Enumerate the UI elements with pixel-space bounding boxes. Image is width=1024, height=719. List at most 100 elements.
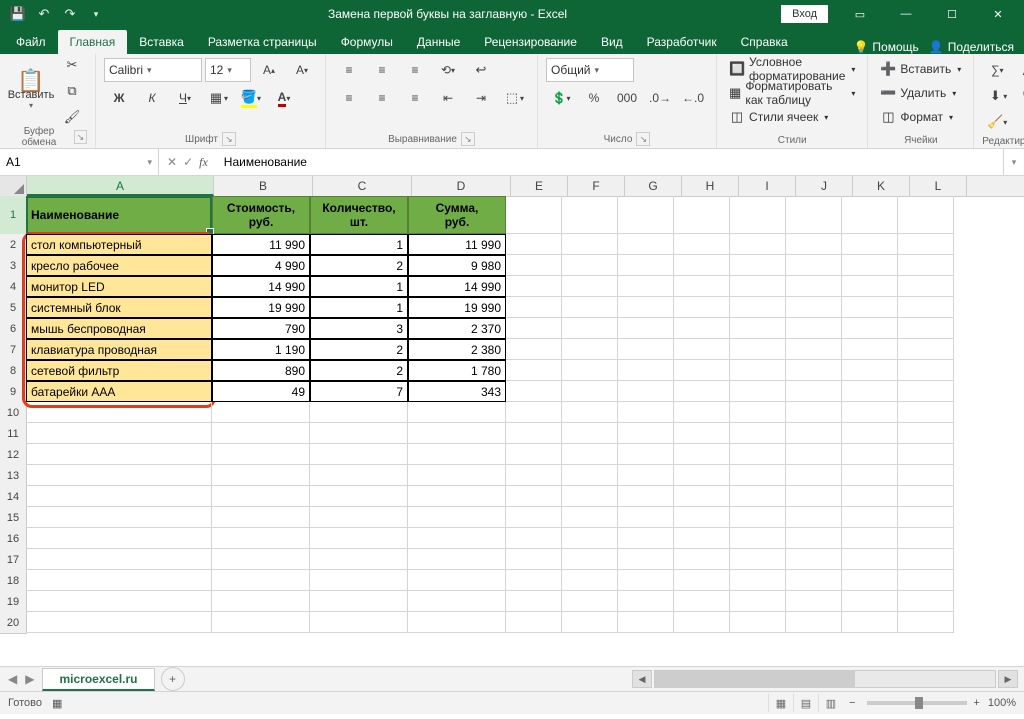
- formula-bar[interactable]: Наименование: [216, 149, 1003, 175]
- cell[interactable]: [674, 528, 730, 549]
- cell[interactable]: [674, 507, 730, 528]
- cell[interactable]: [26, 549, 212, 570]
- underline-button[interactable]: Ч▾: [170, 86, 200, 110]
- rowhead-3[interactable]: 3: [0, 255, 27, 277]
- rowhead-10[interactable]: 10: [0, 402, 27, 424]
- italic-button[interactable]: К: [137, 86, 167, 110]
- currency-button[interactable]: 💲▾: [546, 86, 576, 110]
- cell[interactable]: [408, 507, 506, 528]
- cell[interactable]: [408, 528, 506, 549]
- cell[interactable]: [842, 549, 898, 570]
- tab-home[interactable]: Главная: [58, 30, 128, 54]
- data-cell[interactable]: 1 190: [212, 339, 310, 360]
- colhead-E[interactable]: E: [511, 176, 568, 196]
- cell[interactable]: [562, 507, 618, 528]
- cell[interactable]: [562, 528, 618, 549]
- cell[interactable]: [898, 297, 954, 318]
- cell[interactable]: [730, 549, 786, 570]
- zoom-in-button[interactable]: +: [973, 697, 979, 709]
- cell[interactable]: [618, 423, 674, 444]
- cell[interactable]: [730, 423, 786, 444]
- cell[interactable]: [730, 570, 786, 591]
- colhead-B[interactable]: B: [214, 176, 313, 196]
- cell[interactable]: [310, 570, 408, 591]
- tab-data[interactable]: Данные: [405, 30, 472, 54]
- cell[interactable]: [786, 381, 842, 402]
- cell[interactable]: [408, 591, 506, 612]
- comma-button[interactable]: 000: [612, 86, 642, 110]
- cell[interactable]: [562, 444, 618, 465]
- cell[interactable]: [730, 612, 786, 633]
- cell[interactable]: [730, 360, 786, 381]
- cell[interactable]: [730, 507, 786, 528]
- wrap-text-button[interactable]: ↩: [466, 58, 496, 82]
- cell[interactable]: [786, 339, 842, 360]
- cell[interactable]: [212, 570, 310, 591]
- cell[interactable]: [310, 402, 408, 423]
- data-cell[interactable]: 19 990: [408, 297, 506, 318]
- font-size-combo[interactable]: 12▾: [205, 58, 251, 82]
- cell[interactable]: [786, 444, 842, 465]
- cell[interactable]: [898, 528, 954, 549]
- cell[interactable]: [898, 402, 954, 423]
- sheet-nav-prev[interactable]: ◀: [8, 672, 17, 686]
- worksheet-grid[interactable]: A B C D E F G H I J K L 1234567891011121…: [0, 176, 1024, 666]
- cell[interactable]: [562, 297, 618, 318]
- copy-button[interactable]: ⧉: [57, 79, 87, 103]
- cell[interactable]: [786, 297, 842, 318]
- cell[interactable]: [506, 318, 562, 339]
- cell[interactable]: [898, 423, 954, 444]
- cell[interactable]: [562, 402, 618, 423]
- cell[interactable]: [842, 528, 898, 549]
- cell[interactable]: [310, 423, 408, 444]
- signin-button[interactable]: Вход: [781, 5, 828, 23]
- cell[interactable]: [212, 612, 310, 633]
- cell[interactable]: [786, 360, 842, 381]
- conditional-formatting-button[interactable]: 🔲Условное форматирование▾: [725, 58, 859, 80]
- cell[interactable]: [674, 318, 730, 339]
- data-cell[interactable]: 2 370: [408, 318, 506, 339]
- data-cell[interactable]: клавиатура проводная: [26, 339, 212, 360]
- cell[interactable]: [730, 276, 786, 297]
- tab-developer[interactable]: Разработчик: [635, 30, 729, 54]
- cell[interactable]: [310, 591, 408, 612]
- data-cell[interactable]: батарейки ААА: [26, 381, 212, 402]
- rowhead-14[interactable]: 14: [0, 486, 27, 508]
- cell[interactable]: [842, 402, 898, 423]
- cell[interactable]: [562, 570, 618, 591]
- rowhead-19[interactable]: 19: [0, 591, 27, 613]
- cell[interactable]: [674, 612, 730, 633]
- cell[interactable]: [506, 528, 562, 549]
- cell[interactable]: [506, 486, 562, 507]
- find-button[interactable]: 🔍: [1015, 84, 1024, 108]
- cell[interactable]: [842, 444, 898, 465]
- cell[interactable]: [842, 465, 898, 486]
- cell[interactable]: [408, 612, 506, 633]
- colhead-I[interactable]: I: [739, 176, 796, 196]
- cell[interactable]: [842, 255, 898, 276]
- tab-view[interactable]: Вид: [589, 30, 635, 54]
- cell[interactable]: [730, 402, 786, 423]
- align-bottom-button[interactable]: ≡: [400, 58, 430, 82]
- tellme-button[interactable]: 💡Помощь: [853, 40, 918, 54]
- cell[interactable]: [26, 570, 212, 591]
- rowhead-13[interactable]: 13: [0, 465, 27, 487]
- cell[interactable]: [730, 444, 786, 465]
- cell[interactable]: [618, 591, 674, 612]
- maximize-button[interactable]: ☐: [930, 0, 974, 28]
- sheet-nav-next[interactable]: ▶: [25, 672, 34, 686]
- select-all-corner[interactable]: [0, 176, 27, 196]
- cell[interactable]: [618, 612, 674, 633]
- data-cell[interactable]: 11 990: [408, 234, 506, 255]
- zoom-level[interactable]: 100%: [988, 697, 1016, 709]
- data-cell[interactable]: 49: [212, 381, 310, 402]
- cell[interactable]: [506, 465, 562, 486]
- qat-customize[interactable]: ▾: [84, 2, 108, 26]
- sheet-tab[interactable]: microexcel.ru: [42, 668, 154, 691]
- cell[interactable]: [898, 612, 954, 633]
- data-cell[interactable]: 14 990: [212, 276, 310, 297]
- normal-view-button[interactable]: ▦: [768, 694, 793, 712]
- cell[interactable]: [618, 381, 674, 402]
- cell[interactable]: [562, 591, 618, 612]
- cell[interactable]: [730, 255, 786, 276]
